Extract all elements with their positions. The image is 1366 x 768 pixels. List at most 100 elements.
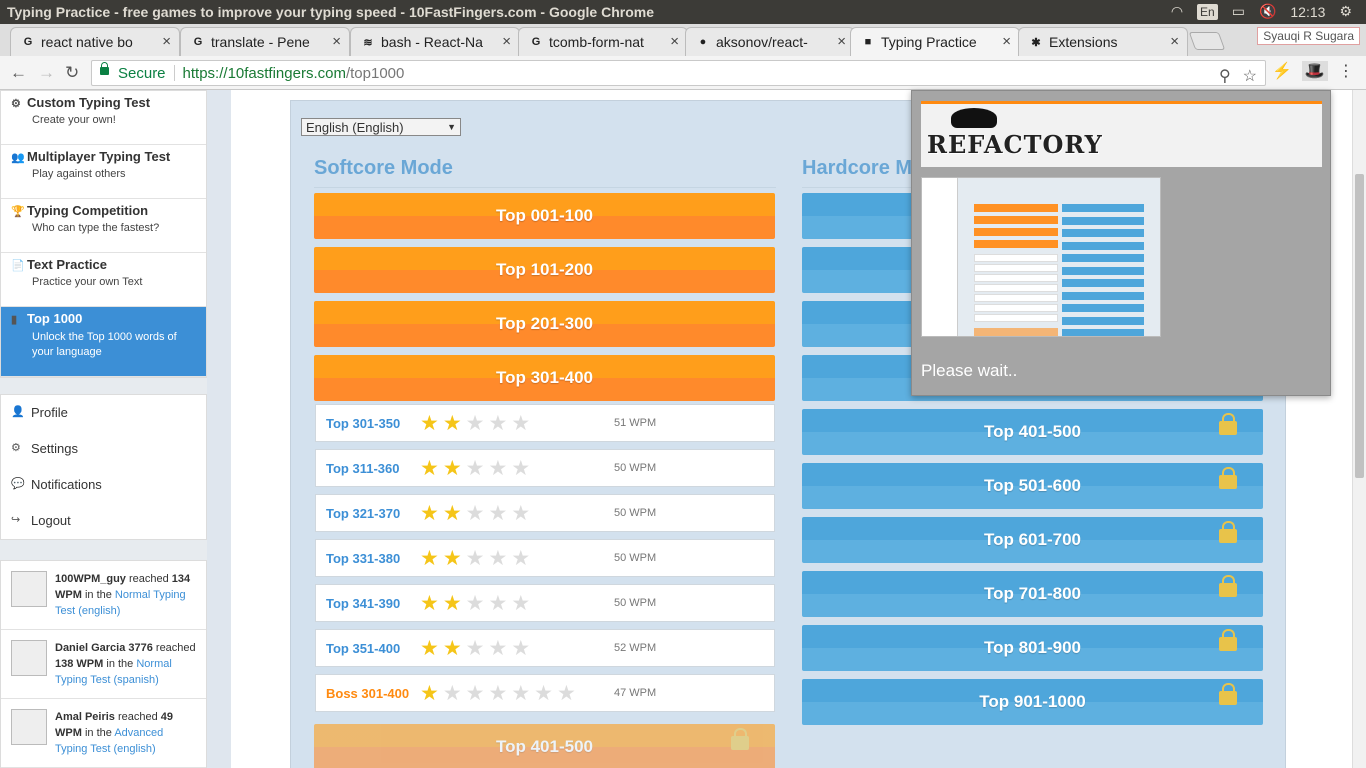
address-bar[interactable]: Secure https:// 10fastfingers.com /top10… <box>91 60 1266 86</box>
star-icon: ★ <box>442 501 462 525</box>
close-tab-icon[interactable]: × <box>502 33 511 50</box>
hardcore-title: Hardcore M <box>802 157 913 179</box>
avatar[interactable] <box>11 571 47 607</box>
account-item-notifications[interactable]: 💬 Notifications <box>1 467 206 503</box>
tab-3[interactable]: Gtcomb-form-nat × <box>518 27 688 56</box>
softcore-button-2[interactable]: Top 201-300 <box>314 301 775 347</box>
chrome-menu-button[interactable]: ⋮ <box>1338 61 1354 81</box>
account-item-profile[interactable]: 👤 Profile <box>1 395 206 431</box>
secure-label: Secure <box>118 64 166 82</box>
menu-item-top1000[interactable]: ▮ Top 1000 Unlock the Top 1000 words of y… <box>1 307 206 377</box>
clock[interactable]: 12:13 <box>1290 4 1325 20</box>
close-tab-icon[interactable]: × <box>1170 33 1179 50</box>
level-row[interactable]: Top 301-350 ★ ★ ★ ★ ★ 51 WPM <box>315 404 775 442</box>
menu-item-multiplayer[interactable]: 👥 Multiplayer Typing Test Play against ot… <box>1 145 206 199</box>
hardcore-button-2[interactable]: Top 601-700 <box>802 517 1263 563</box>
feed-user[interactable]: Daniel Garcia 3776 <box>55 642 153 654</box>
hardcore-button-0[interactable]: Top 401-500 <box>802 409 1263 455</box>
trophy-icon: 🏆 <box>11 206 25 218</box>
lock-icon <box>1219 521 1237 543</box>
wpm-value: 50 WPM <box>614 462 657 474</box>
level-row[interactable]: Top 351-400 ★ ★ ★ ★ ★ 52 WPM <box>315 629 775 667</box>
lightning-extension-icon[interactable]: ⚡ <box>1272 61 1292 81</box>
wifi-icon[interactable]: ◠ <box>1171 3 1183 20</box>
level-label[interactable]: Boss 301-400 <box>316 686 420 701</box>
settings-gear-icon[interactable]: ⚙ <box>1339 3 1352 20</box>
forward-button[interactable]: → <box>38 63 55 83</box>
thumbnail-orange-bar <box>974 240 1058 248</box>
hardcore-button-1[interactable]: Top 501-600 <box>802 463 1263 509</box>
thumbnail-blue-bar <box>1062 316 1144 325</box>
scrollbar-thumb[interactable] <box>1355 174 1364 478</box>
level-row[interactable]: Top 331-380 ★ ★ ★ ★ ★ 50 WPM <box>315 539 775 577</box>
profile-button[interactable]: Syauqi R Sugara <box>1257 27 1360 45</box>
menu-title: Typing Competition <box>27 203 149 218</box>
thumbnail-orange-bar <box>974 204 1058 212</box>
page-scrollbar[interactable] <box>1352 90 1366 768</box>
level-label[interactable]: Top 341-390 <box>316 596 420 611</box>
boss-level-row[interactable]: Boss 301-400 ★ ★ ★ ★ ★ ★ ★ 47 WPM <box>315 674 775 712</box>
zoom-icon[interactable]: ⚲ <box>1219 66 1231 86</box>
account-label: Logout <box>31 513 71 528</box>
tab-5[interactable]: ■ Typing Practice × <box>850 27 1020 56</box>
star-icon: ★ <box>465 636 485 660</box>
keyboard-language[interactable]: En <box>1197 3 1218 20</box>
softcore-button-1[interactable]: Top 101-200 <box>314 247 775 293</box>
account-item-settings[interactable]: ⚙ Settings <box>1 431 206 467</box>
menu-item-text-practice[interactable]: 📄 Text Practice Practice your own Text <box>1 253 206 307</box>
hardcore-button-5[interactable]: Top 901-1000 <box>802 679 1263 725</box>
volume-icon[interactable]: 🔇 <box>1259 3 1276 20</box>
feed-user[interactable]: Amal Peiris <box>55 711 115 723</box>
hardcore-button-3[interactable]: Top 701-800 <box>802 571 1263 617</box>
bookmark-star-icon[interactable]: ☆ <box>1243 66 1257 86</box>
level-label[interactable]: Top 311-360 <box>316 461 420 476</box>
new-tab-button[interactable] <box>1188 32 1226 50</box>
extensions-area: ⚡ 🎩 ⋮ <box>1272 61 1354 81</box>
close-tab-icon[interactable]: × <box>162 33 171 50</box>
softcore-button-0[interactable]: Top 001-100 <box>314 193 775 239</box>
level-row[interactable]: Top 311-360 ★ ★ ★ ★ ★ 50 WPM <box>315 449 775 487</box>
level-row[interactable]: Top 321-370 ★ ★ ★ ★ ★ 50 WPM <box>315 494 775 532</box>
level-label[interactable]: Top 301-350 <box>316 416 420 431</box>
menu-item-custom[interactable]: ⚙ Custom Typing Test Create your own! <box>1 91 206 145</box>
close-tab-icon[interactable]: × <box>332 33 341 50</box>
avatar[interactable] <box>11 709 47 745</box>
star-icon: ★ <box>465 456 485 480</box>
close-tab-icon[interactable]: × <box>837 33 846 50</box>
reload-button[interactable]: ↻ <box>65 63 79 83</box>
bar-chart-icon: ▮ <box>11 314 18 326</box>
account-label: Profile <box>31 405 68 420</box>
button-label: Top 401-500 <box>983 422 1081 441</box>
close-tab-icon[interactable]: × <box>670 33 679 50</box>
tab-6[interactable]: ✱ Extensions × <box>1018 27 1188 56</box>
language-select[interactable]: English (English) ▼ <box>301 118 461 136</box>
star-icon: ★ <box>420 456 439 480</box>
softcore-button-3[interactable]: Top 301-400 <box>314 355 775 401</box>
avatar[interactable] <box>11 640 47 676</box>
close-tab-icon[interactable]: × <box>1002 33 1011 50</box>
level-label[interactable]: Top 351-400 <box>316 641 420 656</box>
feed-wpm: 138 <box>55 658 74 670</box>
thumbnail-blue-bar <box>1062 241 1144 250</box>
account-item-logout[interactable]: ↪ Logout <box>1 503 206 539</box>
refactory-extension-icon[interactable]: 🎩 <box>1301 61 1328 81</box>
back-button[interactable]: ← <box>10 63 27 83</box>
hardcore-button-4[interactable]: Top 801-900 <box>802 625 1263 671</box>
wpm-value: 51 WPM <box>614 417 657 429</box>
tab-2[interactable]: ≋ bash - React-Na × <box>350 27 520 56</box>
thumbnail-blue-bar <box>1062 304 1144 312</box>
tab-0[interactable]: Greact native bo × <box>10 27 180 56</box>
star-icon: ★ <box>488 636 508 660</box>
battery-icon[interactable]: ▭ <box>1232 3 1245 20</box>
feed-text: reached <box>114 711 161 723</box>
softcore-locked-button[interactable]: Top 401-500 <box>314 724 775 768</box>
level-label[interactable]: Top 331-380 <box>316 551 420 566</box>
tab-4[interactable]: ● aksonov/react- × <box>685 27 855 56</box>
account-label: Settings <box>31 441 78 456</box>
feed-user[interactable]: 100WPM_guy <box>55 573 126 585</box>
level-row[interactable]: Top 341-390 ★ ★ ★ ★ ★ 50 WPM <box>315 584 775 622</box>
tab-1[interactable]: Gtranslate - Pene × <box>180 27 350 56</box>
level-label[interactable]: Top 321-370 <box>316 506 420 521</box>
menu-item-competition[interactable]: 🏆 Typing Competition Who can type the fas… <box>1 199 206 253</box>
star-rating: ★ ★ ★ ★ ★ <box>420 591 620 616</box>
